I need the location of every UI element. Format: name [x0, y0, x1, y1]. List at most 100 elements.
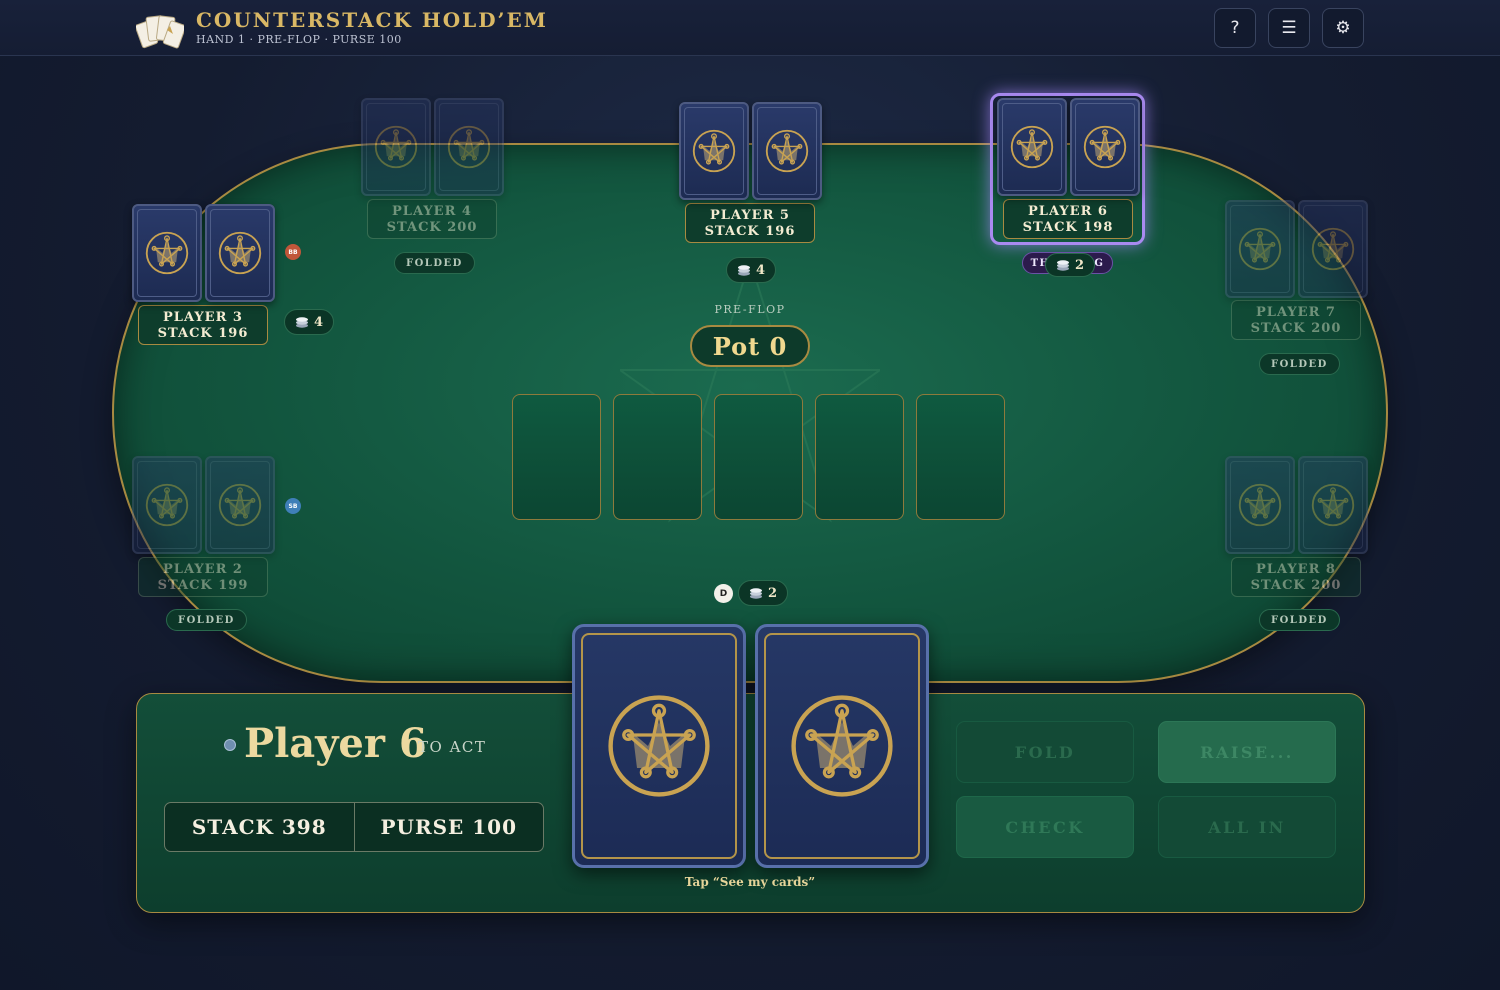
hero-card[interactable] — [572, 624, 746, 868]
player-3-bet-amount: 4 — [314, 314, 324, 330]
player-3-stack: STACK 196 — [157, 326, 249, 341]
player-8-status: FOLDED — [1259, 609, 1340, 631]
player-2-card — [205, 456, 275, 554]
hero-purse: PURSE 100 — [380, 815, 517, 839]
player-2-name: PLAYER 2 — [163, 562, 243, 577]
player-3-name: PLAYER 3 — [163, 310, 243, 325]
hero-balance: STACK 398 PURSE 100 — [164, 802, 544, 852]
top-bar: COUNTERSTACK HOLD’EM HAND 1 · PRE-FLOP ·… — [0, 0, 1500, 56]
player-8-name: PLAYER 8 — [1256, 562, 1336, 577]
player-7-name: PLAYER 7 — [1256, 305, 1336, 320]
player-7-card — [1225, 200, 1295, 298]
player-4-card — [361, 98, 431, 196]
hero-bet-amount: 2 — [768, 585, 778, 601]
chips-icon — [749, 588, 763, 599]
fold-button[interactable]: FOLD — [956, 721, 1134, 783]
hero-card[interactable] — [755, 624, 929, 868]
player-8-card — [1298, 456, 1368, 554]
player-3-card — [132, 204, 202, 302]
board-card-slot — [512, 394, 601, 520]
player-6-plate: PLAYER 6 STACK 198 — [1003, 199, 1133, 239]
see-cards-hint: Tap “See my cards” — [684, 875, 816, 889]
gear-icon: ⚙ — [1335, 18, 1351, 38]
player-6-bet: 2 — [1045, 253, 1096, 277]
help-icon: ? — [1230, 18, 1240, 38]
crest-icon — [373, 124, 419, 170]
raise-button[interactable]: RAISE... — [1158, 721, 1336, 783]
crest-icon — [787, 691, 897, 801]
player-4-name: PLAYER 4 — [392, 204, 472, 219]
player-5-bet-amount: 4 — [756, 262, 766, 278]
hero-bet: 2 — [738, 580, 789, 606]
check-button[interactable]: CHECK — [956, 796, 1134, 858]
chips-icon — [1056, 260, 1070, 271]
crest-icon — [217, 230, 263, 276]
board-card-slot — [916, 394, 1005, 520]
player-5-card — [752, 102, 822, 200]
crest-icon — [217, 482, 263, 528]
hand-info: HAND 1 · PRE-FLOP · PURSE 100 — [196, 33, 402, 46]
turn-indicator-dot — [224, 739, 236, 751]
big-blind-marker: BB — [285, 244, 301, 260]
crest-icon — [691, 128, 737, 174]
cards-logo-icon — [136, 15, 184, 49]
player-5-bet: 4 — [726, 257, 777, 283]
board-card-slot — [815, 394, 904, 520]
menu-icon: ☰ — [1281, 18, 1297, 38]
player-6-name: PLAYER 6 — [1028, 204, 1108, 219]
player-2-card — [132, 456, 202, 554]
crest-icon — [1310, 226, 1356, 272]
player-4-plate: PLAYER 4 STACK 200 — [367, 199, 497, 239]
player-2-stack: STACK 199 — [157, 578, 249, 593]
dealer-button: D — [714, 584, 733, 603]
player-8-stack: STACK 200 — [1250, 578, 1342, 593]
player-5-card — [679, 102, 749, 200]
current-player-name: Player 6 — [244, 720, 427, 767]
crest-icon — [1237, 482, 1283, 528]
chips-icon — [295, 317, 309, 328]
app-title: COUNTERSTACK HOLD’EM — [196, 8, 548, 32]
turn-status: TO ACT — [418, 738, 487, 756]
all-in-button[interactable]: ALL IN — [1158, 796, 1336, 858]
crest-icon — [764, 128, 810, 174]
chips-icon — [737, 265, 751, 276]
player-3-plate: PLAYER 3 STACK 196 — [138, 305, 268, 345]
player-6-card — [1070, 98, 1140, 196]
player-6-card — [997, 98, 1067, 196]
crest-icon — [144, 482, 190, 528]
crest-icon — [1009, 124, 1055, 170]
settings-button[interactable]: ⚙ — [1322, 8, 1364, 48]
player-3-card — [205, 204, 275, 302]
crest-icon — [1237, 226, 1283, 272]
crest-icon — [1082, 124, 1128, 170]
crest-icon — [1310, 482, 1356, 528]
player-8-plate: PLAYER 8 STACK 200 — [1231, 557, 1361, 597]
player-5-stack: STACK 196 — [704, 224, 796, 239]
player-7-plate: PLAYER 7 STACK 200 — [1231, 300, 1361, 340]
help-button[interactable]: ? — [1214, 8, 1256, 48]
menu-button[interactable]: ☰ — [1268, 8, 1310, 48]
player-5-plate: PLAYER 5 STACK 196 — [685, 203, 815, 243]
player-7-stack: STACK 200 — [1250, 321, 1342, 336]
player-6-stack: STACK 198 — [1022, 220, 1114, 235]
player-2-plate: PLAYER 2 STACK 199 — [138, 557, 268, 597]
player-8-card — [1225, 456, 1295, 554]
crest-icon — [604, 691, 714, 801]
player-4-status: FOLDED — [394, 252, 475, 274]
small-blind-marker: SB — [285, 498, 301, 514]
player-2-status: FOLDED — [166, 609, 247, 631]
pot-display: Pot 0 — [690, 325, 810, 367]
player-6-bet-amount: 2 — [1075, 257, 1085, 273]
player-3-bet: 4 — [284, 309, 335, 335]
betting-phase: PRE-FLOP — [714, 303, 786, 316]
player-7-status: FOLDED — [1259, 353, 1340, 375]
board-card-slot — [714, 394, 803, 520]
board-card-slot — [613, 394, 702, 520]
crest-icon — [446, 124, 492, 170]
player-4-stack: STACK 200 — [386, 220, 478, 235]
crest-icon — [144, 230, 190, 276]
player-7-card — [1298, 200, 1368, 298]
player-4-card — [434, 98, 504, 196]
player-5-name: PLAYER 5 — [710, 208, 790, 223]
hero-stack: STACK 398 — [165, 803, 355, 851]
